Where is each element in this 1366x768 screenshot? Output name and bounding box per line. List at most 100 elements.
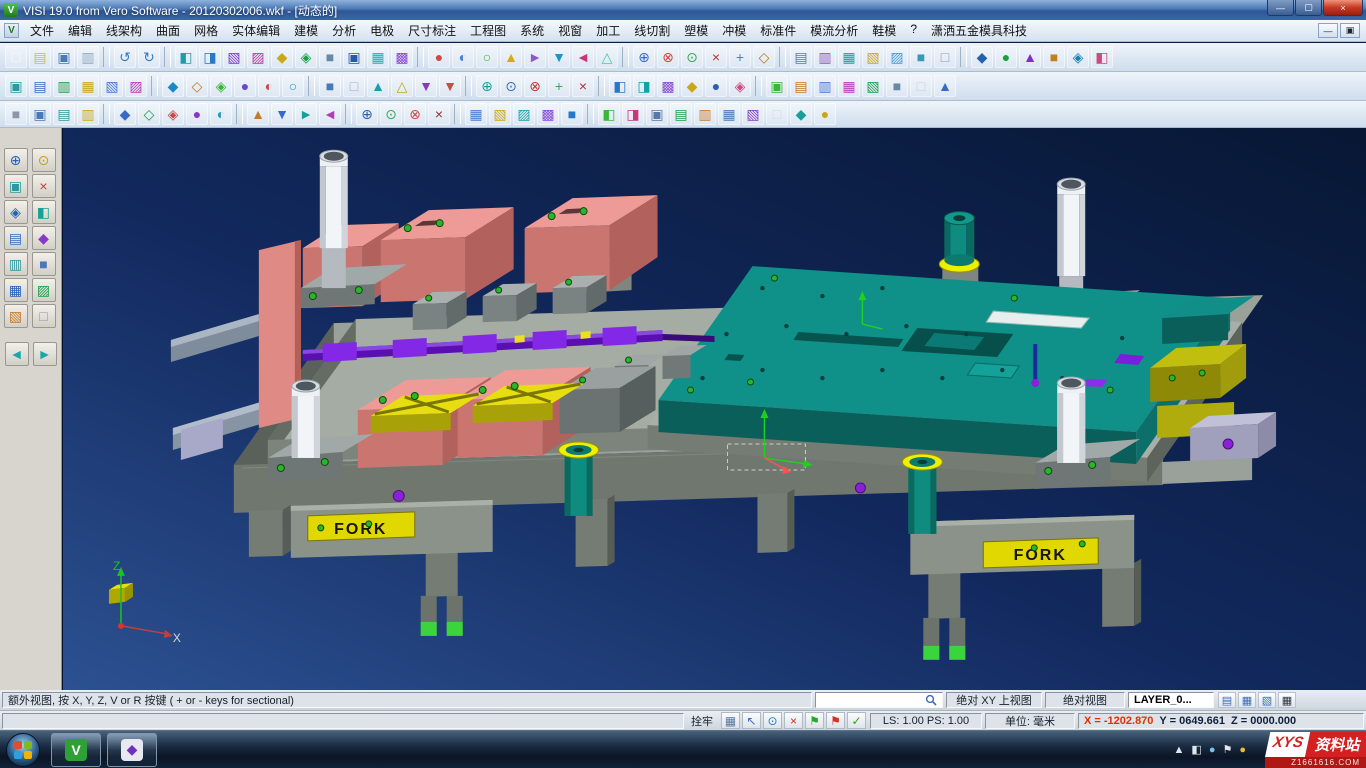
toolbar3-icon-0[interactable]: ■ bbox=[5, 103, 27, 125]
menu-item-0[interactable]: 文件 bbox=[23, 20, 61, 41]
menu-item-18[interactable]: 模流分析 bbox=[803, 20, 865, 41]
palette-icon-1[interactable]: ⊙ bbox=[32, 148, 56, 172]
tray-icon-4[interactable]: ● bbox=[1239, 744, 1246, 756]
toolbar1-icon-24[interactable]: ▼ bbox=[548, 46, 570, 68]
toolbar2-icon-36[interactable]: ▥ bbox=[814, 75, 836, 97]
toolbar3-icon-18[interactable]: ⊗ bbox=[404, 103, 426, 125]
toolbar2-icon-17[interactable]: △ bbox=[391, 75, 413, 97]
toolbar2-icon-39[interactable]: ■ bbox=[886, 75, 908, 97]
palette-icon-4[interactable]: ◈ bbox=[4, 200, 28, 224]
snap-tool-icon-5[interactable]: ⚑ bbox=[826, 712, 845, 729]
toolbar3-icon-3[interactable]: ▥ bbox=[77, 103, 99, 125]
snap-tool-icon-0[interactable]: ▦ bbox=[721, 712, 740, 729]
menu-item-12[interactable]: 视窗 bbox=[551, 20, 589, 41]
palette-icon-5[interactable]: ◧ bbox=[32, 200, 56, 224]
taskbar-app-graphics-app[interactable]: ◆ bbox=[107, 733, 157, 767]
palette-icon-6[interactable]: ▤ bbox=[4, 226, 28, 250]
palette-nav-icon-0[interactable]: ◄ bbox=[5, 342, 29, 366]
menu-item-7[interactable]: 分析 bbox=[325, 20, 363, 41]
toolbar2-icon-19[interactable]: ▼ bbox=[439, 75, 461, 97]
toolbar2-icon-41[interactable]: ▲ bbox=[934, 75, 956, 97]
toolbar1-icon-14[interactable]: ■ bbox=[319, 46, 341, 68]
palette-nav-icon-1[interactable]: ► bbox=[33, 342, 57, 366]
toolbar2-icon-2[interactable]: ▥ bbox=[53, 75, 75, 97]
search-input[interactable] bbox=[821, 694, 921, 706]
toolbar3-icon-25[interactable]: ■ bbox=[561, 103, 583, 125]
toolbar3-icon-24[interactable]: ▩ bbox=[537, 103, 559, 125]
toolbar3-icon-16[interactable]: ⊕ bbox=[356, 103, 378, 125]
toolbar1-icon-6[interactable]: ↻ bbox=[138, 46, 160, 68]
absolute-view-box[interactable]: 绝对视图 bbox=[1045, 692, 1125, 708]
toolbar3-icon-34[interactable]: □ bbox=[766, 103, 788, 125]
toolbar1-icon-28[interactable]: ⊕ bbox=[633, 46, 655, 68]
toolbar2-icon-18[interactable]: ▼ bbox=[415, 75, 437, 97]
toolbar3-icon-22[interactable]: ▧ bbox=[489, 103, 511, 125]
toolbar1-icon-25[interactable]: ◄ bbox=[572, 46, 594, 68]
menu-item-5[interactable]: 实体编辑 bbox=[225, 20, 287, 41]
die-plate-teal[interactable] bbox=[659, 266, 1231, 464]
layer-tool-icon-0[interactable]: ▤ bbox=[1218, 692, 1236, 708]
taskbar-app-visi[interactable]: V bbox=[51, 733, 101, 767]
toolbar3-icon-35[interactable]: ◆ bbox=[790, 103, 812, 125]
toolbar1-icon-5[interactable]: ↺ bbox=[114, 46, 136, 68]
mdi-minimize-button[interactable]: — bbox=[1318, 23, 1338, 38]
toolbar1-icon-22[interactable]: ▲ bbox=[500, 46, 522, 68]
toolbar3-icon-32[interactable]: ▦ bbox=[718, 103, 740, 125]
tray-icon-1[interactable]: ◧ bbox=[1191, 743, 1201, 756]
toolbar2-icon-1[interactable]: ▤ bbox=[29, 75, 51, 97]
toolbar1-icon-41[interactable]: □ bbox=[934, 46, 956, 68]
toolbar3-icon-12[interactable]: ▼ bbox=[271, 103, 293, 125]
view-mode-box[interactable]: 绝对 XY 上视图 bbox=[946, 692, 1042, 708]
toolbar3-icon-28[interactable]: ◨ bbox=[622, 103, 644, 125]
toolbar1-icon-9[interactable]: ◨ bbox=[199, 46, 221, 68]
toolbar2-icon-40[interactable]: □ bbox=[910, 75, 932, 97]
toolbar2-icon-3[interactable]: ▦ bbox=[77, 75, 99, 97]
mdi-restore-button[interactable]: ▣ bbox=[1340, 23, 1360, 38]
toolbar1-icon-3[interactable]: ▥ bbox=[77, 46, 99, 68]
toolbar3-icon-11[interactable]: ▲ bbox=[247, 103, 269, 125]
toolbar1-icon-26[interactable]: △ bbox=[596, 46, 618, 68]
toolbar2-icon-7[interactable]: ◆ bbox=[162, 75, 184, 97]
toolbar1-icon-13[interactable]: ◈ bbox=[295, 46, 317, 68]
toolbar1-icon-8[interactable]: ◧ bbox=[175, 46, 197, 68]
palette-icon-13[interactable]: □ bbox=[32, 304, 56, 328]
viewport-3d[interactable]: FORK FORK bbox=[62, 128, 1366, 690]
toolbar2-icon-9[interactable]: ◈ bbox=[210, 75, 232, 97]
toolbar3-icon-9[interactable]: ◐ bbox=[210, 103, 232, 125]
toolbar3-icon-33[interactable]: ▧ bbox=[742, 103, 764, 125]
toolbar1-icon-0[interactable]: □ bbox=[5, 46, 27, 68]
toolbar3-icon-8[interactable]: ● bbox=[186, 103, 208, 125]
maximize-button[interactable]: ▢ bbox=[1295, 0, 1322, 16]
palette-icon-11[interactable]: ▨ bbox=[32, 278, 56, 302]
toolbar2-icon-34[interactable]: ▣ bbox=[766, 75, 788, 97]
toolbar2-icon-24[interactable]: + bbox=[548, 75, 570, 97]
toolbar2-icon-22[interactable]: ⊙ bbox=[500, 75, 522, 97]
toolbar1-icon-15[interactable]: ▣ bbox=[343, 46, 365, 68]
palette-icon-10[interactable]: ▦ bbox=[4, 278, 28, 302]
toolbar3-icon-31[interactable]: ▥ bbox=[694, 103, 716, 125]
toolbar1-icon-45[interactable]: ▲ bbox=[1019, 46, 1041, 68]
toolbar1-icon-32[interactable]: + bbox=[729, 46, 751, 68]
toolbar2-icon-8[interactable]: ◇ bbox=[186, 75, 208, 97]
toolbar1-icon-11[interactable]: ▨ bbox=[247, 46, 269, 68]
snap-tool-icon-3[interactable]: × bbox=[784, 712, 803, 729]
right-end-blocks[interactable] bbox=[1150, 296, 1276, 484]
toolbar2-icon-25[interactable]: × bbox=[572, 75, 594, 97]
minimize-button[interactable]: — bbox=[1267, 0, 1294, 16]
toolbar2-icon-27[interactable]: ◧ bbox=[609, 75, 631, 97]
palette-icon-12[interactable]: ▧ bbox=[4, 304, 28, 328]
toolbar2-icon-15[interactable]: □ bbox=[343, 75, 365, 97]
toolbar2-icon-30[interactable]: ◆ bbox=[681, 75, 703, 97]
toolbar1-icon-20[interactable]: ◐ bbox=[452, 46, 474, 68]
palette-icon-7[interactable]: ◆ bbox=[32, 226, 56, 250]
toolbar1-icon-12[interactable]: ◆ bbox=[271, 46, 293, 68]
layer-tool-icon-2[interactable]: ▧ bbox=[1258, 692, 1276, 708]
toolbar3-icon-36[interactable]: ● bbox=[814, 103, 836, 125]
toolbar1-icon-46[interactable]: ■ bbox=[1043, 46, 1065, 68]
toolbar1-icon-16[interactable]: ▦ bbox=[367, 46, 389, 68]
toolbar2-icon-29[interactable]: ▩ bbox=[657, 75, 679, 97]
start-button[interactable] bbox=[6, 733, 40, 767]
palette-icon-8[interactable]: ▥ bbox=[4, 252, 28, 276]
left-rails[interactable] bbox=[171, 314, 261, 460]
toolbar3-icon-13[interactable]: ► bbox=[295, 103, 317, 125]
